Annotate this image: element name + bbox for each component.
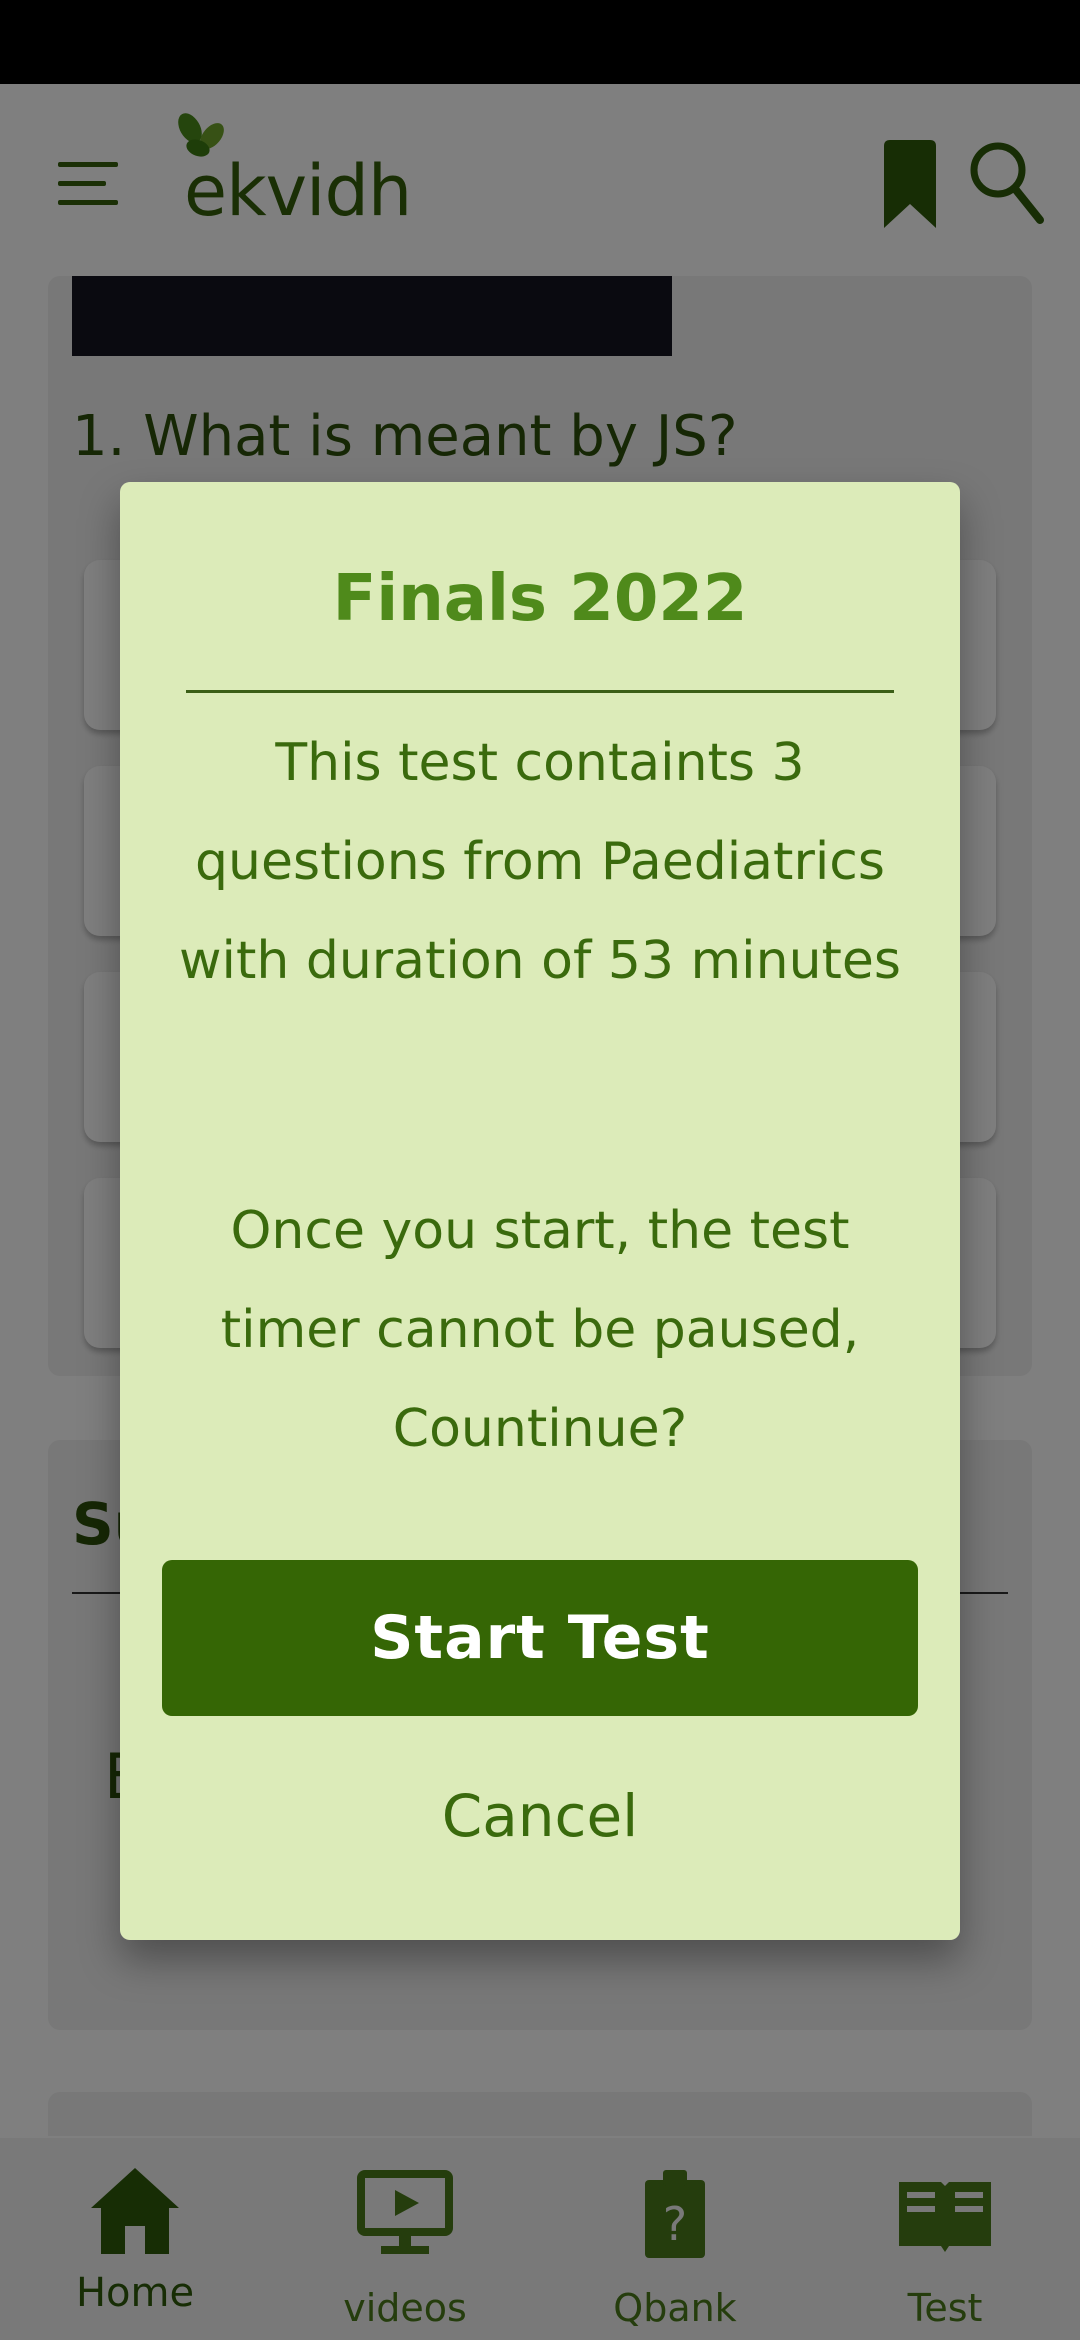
dialog-divider <box>186 690 894 693</box>
start-test-dialog: Finals 2022 This test containts 3 questi… <box>120 482 960 1940</box>
start-test-button[interactable]: Start Test <box>162 1560 918 1716</box>
cancel-button[interactable]: Cancel <box>120 1782 960 1850</box>
dialog-title: Finals 2022 <box>332 562 748 636</box>
dialog-message: This test containts 3 questions from Pae… <box>178 733 902 991</box>
dialog-warning: Once you start, the test timer cannot be… <box>220 1201 860 1459</box>
status-bar <box>0 0 1080 84</box>
